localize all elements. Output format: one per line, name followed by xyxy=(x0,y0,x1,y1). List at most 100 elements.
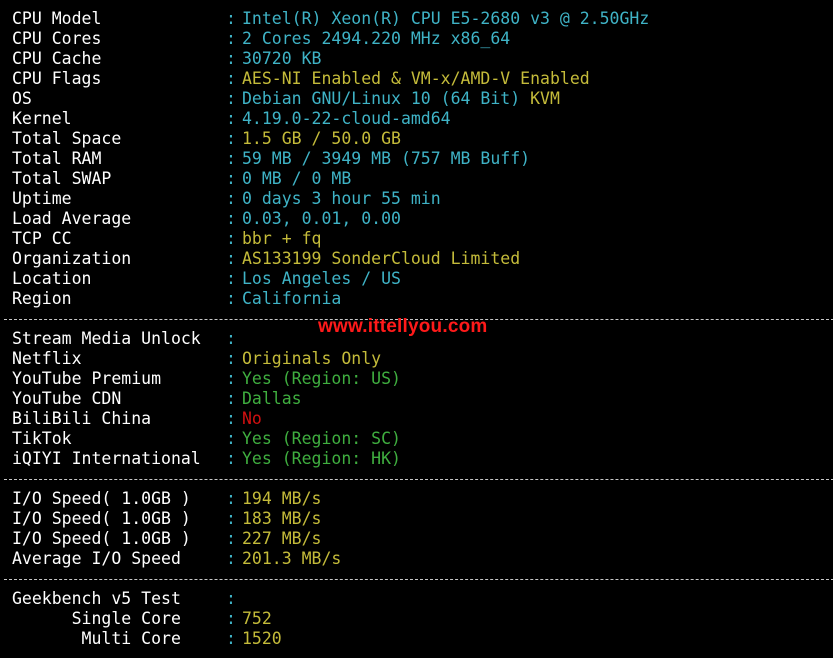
value-segment: 30720 KB xyxy=(242,49,322,68)
system-info-section: CPU Model: Intel(R) Xeon(R) CPU E5-2680 v… xyxy=(12,9,827,309)
row-label: Multi Core xyxy=(12,629,181,648)
row-value: AS133199 SonderCloud Limited xyxy=(242,249,520,269)
row-label: Region xyxy=(12,289,72,308)
row-value: 2 Cores 2494.220 MHz x86_64 xyxy=(242,29,510,49)
row-colon: : xyxy=(226,609,236,628)
row-colon: : xyxy=(226,129,236,148)
row-colon: : xyxy=(226,409,236,428)
row-label: Organization xyxy=(12,249,132,268)
row-value: Intel(R) Xeon(R) CPU E5-2680 v3 @ 2.50GH… xyxy=(242,9,649,29)
info-row-load-average: Load Average:0.03, 0.01, 0.00 xyxy=(12,209,827,229)
row-colon: : xyxy=(226,449,236,468)
row-label: TikTok xyxy=(12,429,72,448)
row-label: YouTube Premium xyxy=(12,369,162,388)
value-segment: Yes (Region: HK) xyxy=(242,449,401,468)
row-label: Load Average xyxy=(12,209,132,228)
row-label: OS xyxy=(12,89,32,108)
row-value: 183 MB/s xyxy=(242,509,321,529)
row-colon: : xyxy=(226,149,236,168)
info-row-average-i-o-speed: Average I/O Speed:201.3 MB/s xyxy=(12,549,827,569)
value-segment: 0.03, 0.01, 0.00 xyxy=(242,209,401,228)
info-row-total-swap: Total SWAP:0 MB / 0 MB xyxy=(12,169,827,189)
row-colon: : xyxy=(226,109,236,128)
row-colon: : xyxy=(226,289,236,308)
value-segment: 0 days 3 hour 55 min xyxy=(242,189,441,208)
value-segment: No xyxy=(242,409,262,428)
info-row-i-o-speed-1-0gb: I/O Speed( 1.0GB ):194 MB/s xyxy=(12,489,827,509)
row-value: Yes (Region: US) xyxy=(242,369,401,389)
value-segment: Debian GNU/Linux 10 (64 Bit) xyxy=(242,89,531,108)
value-segment: bbr + fq xyxy=(242,229,322,248)
row-value: 1520 xyxy=(242,629,282,649)
value-segment: 1.5 GB / 50.0 GB xyxy=(242,129,401,148)
row-label: Total RAM xyxy=(12,149,102,168)
info-row-region: Region: California xyxy=(12,289,827,309)
stream-media-section: Stream Media Unlock: Netflix: Originals On… xyxy=(12,329,827,469)
row-colon: : xyxy=(226,549,236,568)
dashed-separator xyxy=(4,569,833,589)
row-value: Dallas xyxy=(242,389,302,409)
row-value: 59 MB / 3949 MB (757 MB Buff) xyxy=(242,149,530,169)
info-row-cpu-flags: CPU Flags: AES-NI Enabled & VM-x/AMD-V En… xyxy=(12,69,827,89)
row-colon: : xyxy=(226,69,236,88)
info-row-total-ram: Total RAM:59 MB / 3949 MB (757 MB Buff) xyxy=(12,149,827,169)
row-label: Location xyxy=(12,269,92,288)
row-colon: : xyxy=(226,529,236,548)
row-label: Total SWAP xyxy=(12,169,112,188)
row-value: AES-NI Enabled & VM-x/AMD-V Enabled xyxy=(242,69,590,89)
row-label: TCP CC xyxy=(12,229,72,248)
row-label: Kernel xyxy=(12,109,72,128)
row-value: 194 MB/s xyxy=(242,489,321,509)
row-label: Uptime xyxy=(12,189,72,208)
row-label: BiliBili China xyxy=(12,409,152,428)
row-colon: : xyxy=(226,249,236,268)
row-colon: : xyxy=(226,329,236,348)
row-value: California xyxy=(242,289,341,309)
row-colon: : xyxy=(226,29,236,48)
row-value: 4.19.0-22-cloud-amd64 xyxy=(242,109,451,129)
info-row-location: Location: Los Angeles / US xyxy=(12,269,827,289)
row-colon: : xyxy=(226,629,236,648)
info-row-organization: Organization: AS133199 SonderCloud Limite… xyxy=(12,249,827,269)
geekbench-section: Geekbench v5 Test: Single Core:752 Multi… xyxy=(12,589,827,649)
value-segment: 183 MB/s xyxy=(242,509,322,528)
row-value: 30720 KB xyxy=(242,49,321,69)
row-label: YouTube CDN xyxy=(12,389,122,408)
row-label: Single Core xyxy=(12,609,181,628)
info-row-total-space: Total Space:1.5 GB / 50.0 GB xyxy=(12,129,827,149)
row-value: Yes (Region: SC) xyxy=(242,429,401,449)
value-segment: 59 MB / 3949 MB (757 MB Buff) xyxy=(242,149,531,168)
value-segment: AS133199 SonderCloud Limited xyxy=(242,249,521,268)
row-colon: : xyxy=(226,209,236,228)
row-colon: : xyxy=(226,489,236,508)
row-colon: : xyxy=(226,509,236,528)
info-row-cpu-cores: CPU Cores:2 Cores 2494.220 MHz x86_64 xyxy=(12,29,827,49)
row-value: 752 xyxy=(242,609,272,629)
row-value: Originals Only xyxy=(242,349,381,369)
row-label: iQIYI International xyxy=(12,449,201,468)
row-value: 0.03, 0.01, 0.00 xyxy=(242,209,401,229)
row-label: I/O Speed( 1.0GB ) xyxy=(12,529,191,548)
row-colon: : xyxy=(226,389,236,408)
value-segment: AES-NI Enabled & VM-x/AMD-V Enabled xyxy=(242,69,590,88)
row-colon: : xyxy=(226,369,236,388)
value-segment: Originals Only xyxy=(242,349,382,368)
row-colon: : xyxy=(226,349,236,368)
row-label: CPU Flags xyxy=(12,69,102,88)
row-colon: : xyxy=(226,589,236,608)
info-row-youtube-premium: YouTube Premium: Yes (Region: US) xyxy=(12,369,827,389)
info-row-youtube-cdn: YouTube CDN: Dallas xyxy=(12,389,827,409)
value-segment: 752 xyxy=(242,609,272,628)
value-segment: Yes (Region: US) xyxy=(242,369,401,388)
row-colon: : xyxy=(226,429,236,448)
row-label: Total Space xyxy=(12,129,122,148)
value-segment: Yes (Region: SC) xyxy=(242,429,401,448)
io-speed-section: I/O Speed( 1.0GB ):194 MB/s I/O Speed( 1.… xyxy=(12,489,827,569)
value-segment: Los Angeles / US xyxy=(242,269,401,288)
value-segment: 1520 xyxy=(242,629,282,648)
info-row-bilibili-china: BiliBili China: No xyxy=(12,409,827,429)
info-row-uptime: Uptime:0 days 3 hour 55 min xyxy=(12,189,827,209)
value-segment: Intel(R) Xeon(R) CPU E5-2680 v3 @ 2.50GH… xyxy=(242,9,650,28)
row-label: CPU Cores xyxy=(12,29,102,48)
row-value: 227 MB/s xyxy=(242,529,321,549)
